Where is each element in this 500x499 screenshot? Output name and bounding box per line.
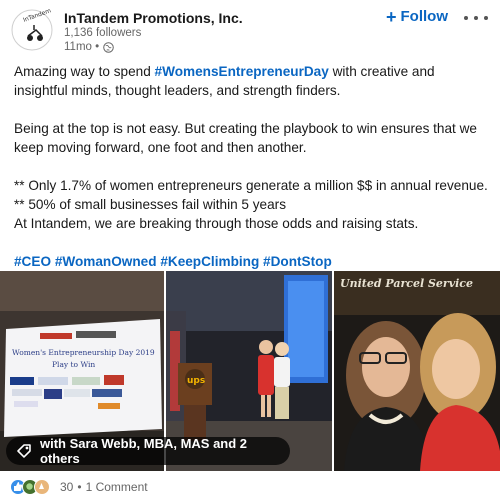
hashtag-link[interactable]: #WomensEntrepreneurDay xyxy=(155,64,329,79)
slide-subtitle: Play to Win xyxy=(52,360,95,369)
company-name[interactable]: InTandem Promotions, Inc. xyxy=(64,10,243,26)
separator: • xyxy=(77,480,82,494)
hashtag-link[interactable]: #DontStop xyxy=(263,254,332,269)
post-body: Amazing way to spend #WomensEntrepreneur… xyxy=(14,62,490,271)
post-paragraph-1: Amazing way to spend #WomensEntrepreneur… xyxy=(14,64,435,98)
plus-icon: + xyxy=(386,6,397,27)
follower-count: 1,136 followers xyxy=(64,27,142,39)
tagged-people-label: with Sara Webb, MBA, MAS and 2 others xyxy=(39,436,248,466)
social-counts: 30 • 1 Comment xyxy=(0,475,500,499)
post-header: InTandem InTandem Promotions, Inc. 1,136… xyxy=(0,0,500,58)
company-logo[interactable]: InTandem xyxy=(10,7,54,52)
tag-icon xyxy=(17,444,31,458)
hashtag-link[interactable]: #KeepClimbing xyxy=(160,254,259,269)
stat-line: ** Only 1.7% of women entrepreneurs gene… xyxy=(14,178,488,193)
comment-count[interactable]: 1 Comment xyxy=(86,480,148,494)
post-meta: 11mo • xyxy=(64,41,114,53)
stat-line: ** 50% of small businesses fail within 5… xyxy=(14,197,287,212)
hashtag-link[interactable]: #WomanOwned xyxy=(55,254,157,269)
post-paragraph-2: Being at the top is not easy. But creati… xyxy=(14,121,477,155)
celebrate-reaction-icon[interactable] xyxy=(34,479,50,495)
post-time: 11mo • xyxy=(64,41,100,53)
follow-button[interactable]: + Follow xyxy=(386,6,449,27)
globe-icon xyxy=(103,41,114,53)
reaction-count[interactable]: 30 xyxy=(60,480,73,494)
svg-text:ups: ups xyxy=(187,376,205,386)
more-options-icon[interactable] xyxy=(462,8,490,26)
hashtag-row: #CEO #WomanOwned #KeepClimbing #DontStop xyxy=(14,252,490,271)
follow-label: Follow xyxy=(400,8,449,25)
slide-title: Women's Entrepreneurship Day 2019 xyxy=(12,348,155,357)
stat-line: At Intandem, we are breaking through tho… xyxy=(14,216,419,231)
hashtag-link[interactable]: #CEO xyxy=(14,254,51,269)
tagged-people-button[interactable]: with Sara Webb, MBA, MAS and 2 others xyxy=(6,436,290,466)
sign-text: United Parcel Service xyxy=(340,277,473,290)
photo-selfie[interactable]: United Parcel Service xyxy=(334,271,500,471)
